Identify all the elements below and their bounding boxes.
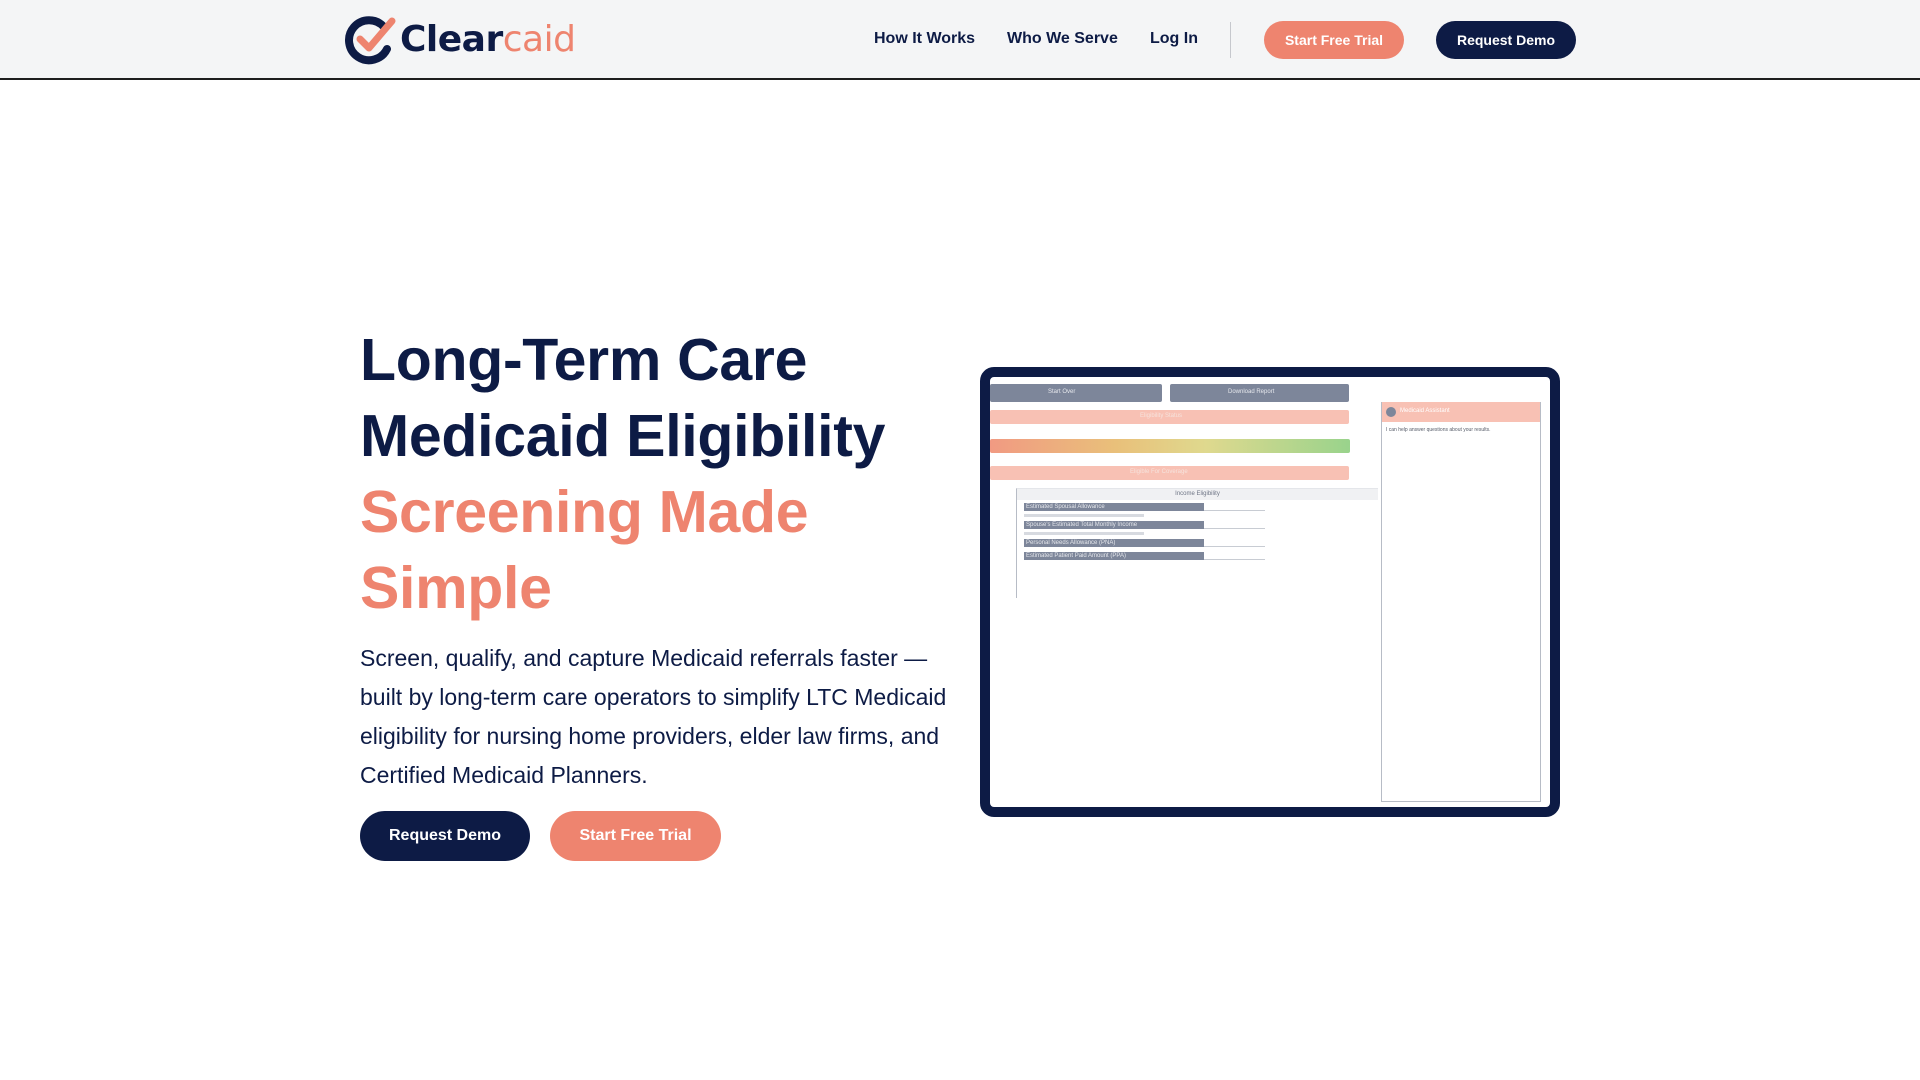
mockup-row-1-track	[1204, 503, 1265, 511]
mockup-assistant-title: Medicaid Assistant	[1400, 408, 1450, 414]
hero-title: Long-Term Care Medicaid Eligibility Scre…	[360, 322, 960, 626]
mockup-row-3-label: Personal Needs Allowance (PNA)	[1026, 540, 1116, 546]
nav-start-trial-button[interactable]: Start Free Trial	[1264, 21, 1404, 59]
mockup-income-panel-title: Income Eligibility	[1017, 489, 1378, 500]
clearcaid-logo[interactable]: Clearcaid	[344, 15, 576, 65]
mockup-row-3: Personal Needs Allowance (PNA)	[1024, 539, 1204, 547]
mockup-row-3-track	[1204, 539, 1265, 547]
mockup-row-2-sub	[1024, 532, 1144, 535]
nav-divider	[1230, 22, 1231, 58]
hero-title-line-2: Medicaid Eligibility	[360, 403, 886, 469]
top-navbar: Clearcaid How It Works Who We Serve Log …	[0, 0, 1920, 80]
mockup-row-2-label: Spouse's Estimated Total Monthly Income	[1026, 522, 1138, 528]
mockup-eligibility-gradient	[990, 439, 1350, 453]
mockup-row-1-sub	[1024, 514, 1144, 517]
mockup-start-over-label: Start Over	[1048, 389, 1076, 395]
mockup-row-4-track	[1204, 552, 1265, 560]
nav-request-demo-button[interactable]: Request Demo	[1436, 21, 1576, 59]
mockup-row-2: Spouse's Estimated Total Monthly Income	[1024, 521, 1204, 529]
mockup-status-label-1: Eligibility Status	[1140, 413, 1183, 419]
mockup-download-report-label: Download Report	[1228, 389, 1275, 395]
hero-request-demo-button[interactable]: Request Demo	[360, 811, 530, 861]
hero-title-line-3: Screening Made	[360, 479, 809, 545]
mockup-start-over-button: Start Over	[990, 384, 1162, 402]
mockup-download-report-button: Download Report	[1170, 384, 1349, 402]
mockup-assistant-message: I can help answer questions about your r…	[1386, 427, 1491, 433]
mockup-income-panel: Income Eligibility Estimated Spousal All…	[1016, 488, 1378, 598]
mockup-status-label-2: Eligible For Coverage	[1130, 469, 1188, 475]
mockup-row-2-track	[1204, 521, 1265, 529]
hero-description: Screen, qualify, and capture Medicaid re…	[360, 645, 947, 788]
nav-how-it-works[interactable]: How It Works	[874, 28, 975, 50]
mockup-assistant-header: Medicaid Assistant	[1382, 402, 1540, 422]
nav-who-we-serve[interactable]: Who We Serve	[1007, 28, 1118, 50]
hero-start-trial-button[interactable]: Start Free Trial	[550, 811, 721, 861]
logo-check-icon	[345, 16, 396, 65]
mockup-assistant-icon	[1386, 407, 1396, 417]
nav-log-in[interactable]: Log In	[1150, 28, 1198, 50]
logo-wordmark: Clearcaid	[400, 19, 576, 60]
hero-title-line-4: Simple	[360, 555, 552, 621]
mockup-row-4: Estimated Patient Paid Amount (PPA)	[1024, 552, 1204, 560]
hero-title-line-1: Long-Term Care	[360, 327, 808, 393]
mockup-assistant-sidebar: Medicaid Assistant I can help answer que…	[1381, 402, 1541, 802]
mockup-row-1: Estimated Spousal Allowance	[1024, 503, 1204, 511]
mockup-row-4-label: Estimated Patient Paid Amount (PPA)	[1026, 553, 1126, 559]
product-screenshot-tablet: Start Over Download Report Eligibility S…	[980, 367, 1560, 817]
mockup-status-bar-2: Eligible For Coverage	[990, 466, 1349, 480]
mockup-status-bar-1: Eligibility Status	[990, 410, 1349, 424]
mockup-row-1-label: Estimated Spousal Allowance	[1026, 504, 1105, 510]
